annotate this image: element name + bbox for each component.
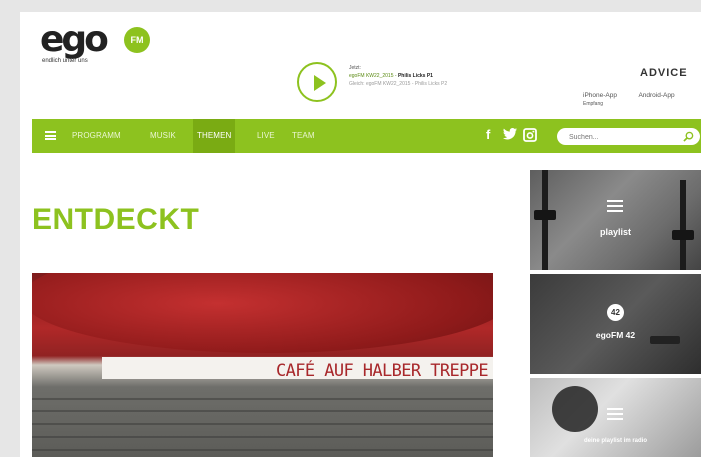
fader-knob	[534, 210, 556, 220]
iphone-app-sub: Empfang	[583, 101, 604, 107]
logo-wordmark: ego	[40, 19, 109, 60]
facebook-icon[interactable]: f	[486, 128, 490, 142]
next-show: egoFM KW22_2015 - Philis Licks P2	[365, 81, 448, 87]
sidebar-tile-egofm42[interactable]: 42 egoFM 42	[530, 274, 701, 374]
nav-programm[interactable]: PROGRAMM	[72, 119, 121, 153]
next-label: Gleich:	[349, 81, 365, 87]
egofm42-badge-icon: 42	[607, 304, 624, 321]
current-show: egoFM KW22_2015	[349, 73, 394, 79]
play-button[interactable]	[297, 62, 337, 102]
tile-label-playlist: playlist	[599, 227, 631, 237]
microphone-decor	[552, 386, 598, 432]
tile-label-deine-playlist: deine playlist im radio	[583, 438, 648, 444]
app-links: iPhone-App Android-App Empfang	[583, 92, 685, 107]
advice-link[interactable]: ADVICE	[640, 67, 688, 79]
next-track: Gleich: egoFM KW22_2015 - Philis Licks P…	[349, 80, 447, 88]
iphone-app-label: iPhone-App	[583, 92, 617, 99]
logo-fm-badge: FM	[124, 27, 150, 53]
current-artist: Philis Licks P1	[397, 73, 433, 79]
now-playing: Jetzt: egoFM KW22_2015 - Philis Licks P1…	[349, 64, 447, 88]
playlist-radio-icon	[607, 408, 623, 420]
main-nav: PROGRAMM MUSIK THEMEN LIVE TEAM f	[32, 119, 701, 153]
iphone-app-link[interactable]: iPhone-App	[583, 92, 627, 99]
tile-label-egofm42: egoFM 42	[595, 330, 636, 340]
nav-themen[interactable]: THEMEN	[193, 119, 236, 153]
instagram-icon[interactable]	[523, 128, 537, 145]
now-label: Jetzt:	[349, 65, 361, 71]
sidebar-tile-playlist[interactable]: playlist	[530, 170, 701, 270]
egofm-logo[interactable]: ego FM endlich unter uns	[40, 19, 160, 70]
nav-team[interactable]: TEAM	[292, 119, 315, 153]
page-title: ENTDECKT	[32, 203, 200, 236]
fader-decor	[542, 170, 548, 270]
current-track[interactable]: egoFM KW22_2015 - Philis Licks P1	[349, 72, 447, 80]
playlist-icon	[607, 200, 623, 212]
nav-live[interactable]: LIVE	[257, 119, 275, 153]
nav-musik[interactable]: MUSIK	[150, 119, 176, 153]
hamburger-menu-icon[interactable]	[45, 131, 56, 140]
fader-decor	[680, 180, 686, 270]
hero-caption: CAFÉ AUF HALBER TREPPE	[276, 361, 489, 381]
logo-tagline: endlich unter uns	[42, 58, 88, 64]
search-box	[557, 128, 700, 145]
page: ego FM endlich unter uns Jetzt: egoFM KW…	[20, 12, 701, 457]
hero-image[interactable]: CAFÉ AUF HALBER TREPPE	[32, 273, 493, 457]
search-input[interactable]	[567, 130, 681, 145]
search-icon[interactable]	[683, 131, 694, 142]
hero-pillow	[32, 273, 493, 353]
twitter-icon[interactable]	[503, 128, 517, 143]
sidebar-tile-deine-playlist[interactable]: deine playlist im radio	[530, 378, 701, 457]
android-app-link[interactable]: Android-App	[638, 92, 674, 99]
